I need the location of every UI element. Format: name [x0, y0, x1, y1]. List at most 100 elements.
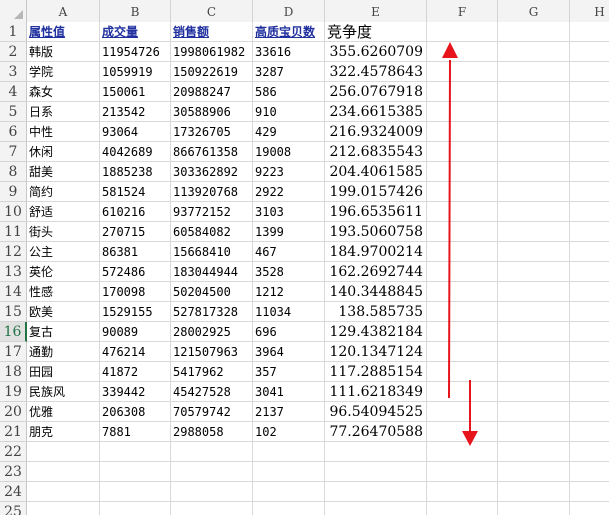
cell-b2[interactable]: 11954726 — [100, 42, 171, 62]
cell-e25[interactable] — [325, 502, 427, 515]
cell-e21[interactable]: 77.26470588 — [325, 422, 427, 442]
cell-e13[interactable]: 162.2692744 — [325, 262, 427, 282]
cell-c18[interactable]: 5417962 — [171, 362, 253, 382]
cell-e22[interactable] — [325, 442, 427, 462]
cell-d16[interactable]: 696 — [253, 322, 325, 342]
row-header-7[interactable]: 7 — [0, 142, 27, 162]
row-header-16[interactable]: 16 — [0, 322, 27, 342]
cell-d22[interactable] — [253, 442, 325, 462]
cell-e4[interactable]: 256.0767918 — [325, 82, 427, 102]
cell-c21[interactable]: 2988058 — [171, 422, 253, 442]
cell-h21[interactable] — [570, 422, 609, 442]
cell-a17[interactable]: 通勤 — [27, 342, 100, 362]
cell-b9[interactable]: 581524 — [100, 182, 171, 202]
cell-e6[interactable]: 216.9324009 — [325, 122, 427, 142]
row-header-14[interactable]: 14 — [0, 282, 27, 302]
cell-f6[interactable] — [427, 122, 498, 142]
cell-h10[interactable] — [570, 202, 609, 222]
cell-b8[interactable]: 1885238 — [100, 162, 171, 182]
cell-d5[interactable]: 910 — [253, 102, 325, 122]
cell-g1[interactable] — [498, 22, 570, 42]
cell-d15[interactable]: 11034 — [253, 302, 325, 322]
column-header-a[interactable]: A — [27, 0, 100, 22]
cell-g18[interactable] — [498, 362, 570, 382]
cell-c22[interactable] — [171, 442, 253, 462]
row-header-22[interactable]: 22 — [0, 442, 27, 462]
cell-a6[interactable]: 中性 — [27, 122, 100, 142]
cell-h15[interactable] — [570, 302, 609, 322]
cell-g6[interactable] — [498, 122, 570, 142]
cell-g22[interactable] — [498, 442, 570, 462]
cell-g2[interactable] — [498, 42, 570, 62]
column-header-d[interactable]: D — [253, 0, 325, 22]
cell-e8[interactable]: 204.4061585 — [325, 162, 427, 182]
cell-e23[interactable] — [325, 462, 427, 482]
cell-a11[interactable]: 街头 — [27, 222, 100, 242]
cell-c12[interactable]: 15668410 — [171, 242, 253, 262]
column-header-b[interactable]: B — [100, 0, 171, 22]
row-header-4[interactable]: 4 — [0, 82, 27, 102]
cell-h5[interactable] — [570, 102, 609, 122]
cell-b14[interactable]: 170098 — [100, 282, 171, 302]
cell-h11[interactable] — [570, 222, 609, 242]
column-header-c[interactable]: C — [171, 0, 253, 22]
cell-f15[interactable] — [427, 302, 498, 322]
cell-f3[interactable] — [427, 62, 498, 82]
cell-e17[interactable]: 120.1347124 — [325, 342, 427, 362]
row-header-8[interactable]: 8 — [0, 162, 27, 182]
cell-g11[interactable] — [498, 222, 570, 242]
column-header-g[interactable]: G — [498, 0, 570, 22]
cell-f7[interactable] — [427, 142, 498, 162]
cell-e11[interactable]: 193.5060758 — [325, 222, 427, 242]
row-header-12[interactable]: 12 — [0, 242, 27, 262]
cell-a8[interactable]: 甜美 — [27, 162, 100, 182]
cell-d6[interactable]: 429 — [253, 122, 325, 142]
cell-a4[interactable]: 森女 — [27, 82, 100, 102]
cell-a15[interactable]: 欧美 — [27, 302, 100, 322]
cell-a3[interactable]: 学院 — [27, 62, 100, 82]
cell-b24[interactable] — [100, 482, 171, 502]
cell-g15[interactable] — [498, 302, 570, 322]
cell-d13[interactable]: 3528 — [253, 262, 325, 282]
cell-g24[interactable] — [498, 482, 570, 502]
cell-e7[interactable]: 212.6835543 — [325, 142, 427, 162]
cell-g12[interactable] — [498, 242, 570, 262]
cell-b20[interactable]: 206308 — [100, 402, 171, 422]
cell-a7[interactable]: 休闲 — [27, 142, 100, 162]
cell-d24[interactable] — [253, 482, 325, 502]
cell-a10[interactable]: 舒适 — [27, 202, 100, 222]
cell-d3[interactable]: 3287 — [253, 62, 325, 82]
cell-h24[interactable] — [570, 482, 609, 502]
cell-f5[interactable] — [427, 102, 498, 122]
cell-b4[interactable]: 150061 — [100, 82, 171, 102]
cell-g16[interactable] — [498, 322, 570, 342]
cell-d7[interactable]: 19008 — [253, 142, 325, 162]
cell-f19[interactable] — [427, 382, 498, 402]
row-header-23[interactable]: 23 — [0, 462, 27, 482]
cell-h7[interactable] — [570, 142, 609, 162]
cell-c2[interactable]: 1998061982 — [171, 42, 253, 62]
cell-b12[interactable]: 86381 — [100, 242, 171, 262]
cell-a21[interactable]: 朋克 — [27, 422, 100, 442]
cell-g7[interactable] — [498, 142, 570, 162]
cell-h17[interactable] — [570, 342, 609, 362]
cell-b7[interactable]: 4042689 — [100, 142, 171, 162]
cell-f17[interactable] — [427, 342, 498, 362]
cell-e15[interactable]: 138.585735 — [325, 302, 427, 322]
row-header-21[interactable]: 21 — [0, 422, 27, 442]
cell-b17[interactable]: 476214 — [100, 342, 171, 362]
row-header-15[interactable]: 15 — [0, 302, 27, 322]
cell-b3[interactable]: 1059919 — [100, 62, 171, 82]
cell-g17[interactable] — [498, 342, 570, 362]
cell-b23[interactable] — [100, 462, 171, 482]
cell-f2[interactable] — [427, 42, 498, 62]
cell-e2[interactable]: 355.6260709 — [325, 42, 427, 62]
cell-f20[interactable] — [427, 402, 498, 422]
cell-c3[interactable]: 150922619 — [171, 62, 253, 82]
cell-h13[interactable] — [570, 262, 609, 282]
cell-a18[interactable]: 田园 — [27, 362, 100, 382]
cell-f21[interactable] — [427, 422, 498, 442]
cell-a16[interactable]: 复古 — [27, 322, 100, 342]
cell-h16[interactable] — [570, 322, 609, 342]
cell-f22[interactable] — [427, 442, 498, 462]
